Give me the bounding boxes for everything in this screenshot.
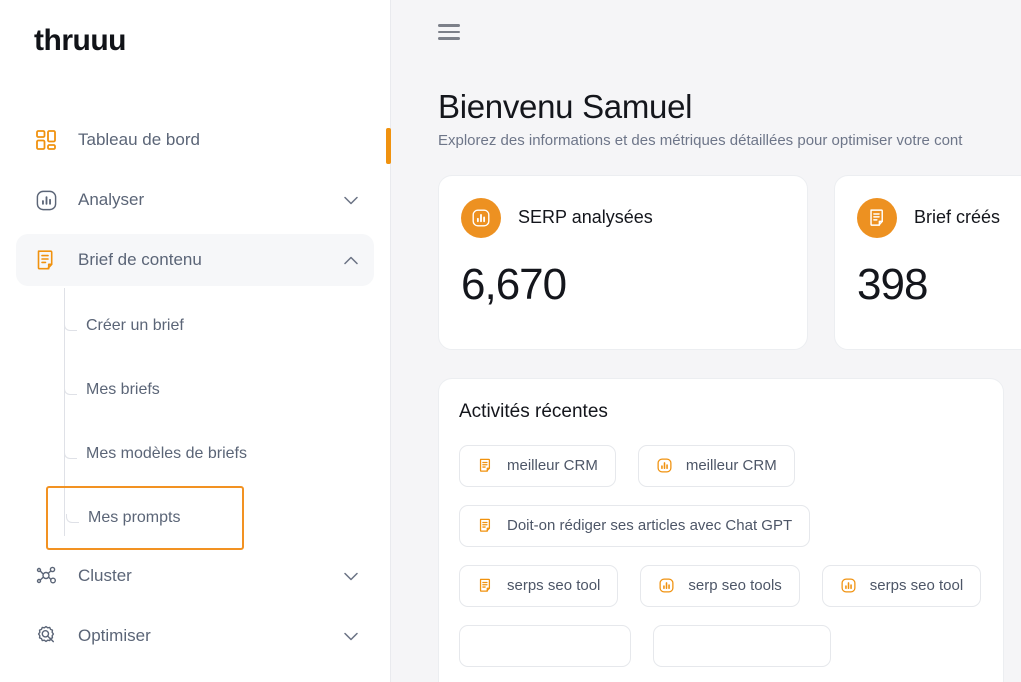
sidebar-subitem-label: Mes briefs bbox=[86, 381, 160, 398]
hamburger-bar bbox=[438, 24, 460, 27]
sidebar: thruuu Tableau de bord Analyser Brief de… bbox=[0, 0, 391, 682]
panel-title: Activités récentes bbox=[459, 400, 608, 422]
sidebar-subitem-mes-prompts[interactable]: Mes prompts bbox=[46, 486, 244, 550]
chevron-up-icon[interactable] bbox=[344, 253, 358, 267]
sidebar-item-tableau-de-bord[interactable]: Tableau de bord bbox=[16, 114, 374, 166]
sidebar-item-label: Cluster bbox=[78, 566, 132, 585]
stat-card-brief-crees[interactable]: Brief créés 398 bbox=[834, 174, 1021, 350]
activity-chip[interactable]: serps seo tool bbox=[821, 564, 982, 607]
recent-activities-panel: Activités récentes meilleur CRM meilleur… bbox=[438, 377, 1004, 682]
bar-chart-rounded-icon bbox=[461, 197, 501, 238]
activity-chip-label: Doit-on rédiger ses articles avec Chat G… bbox=[507, 517, 793, 534]
document-brief-icon bbox=[32, 246, 60, 274]
activity-chip[interactable]: meilleur CRM bbox=[637, 444, 795, 487]
hamburger-menu-icon[interactable] bbox=[438, 24, 460, 40]
sidebar-subitem-creer-un-brief[interactable]: Créer un brief bbox=[16, 294, 374, 358]
tree-branch-icon bbox=[64, 322, 77, 331]
sidebar-nav: Tableau de bord Analyser Brief de conten… bbox=[16, 114, 374, 662]
tree-branch-icon bbox=[64, 386, 77, 395]
stat-cards: SERP analysées 6,670 Brief créés 398 bbox=[438, 174, 1021, 350]
brand-logo[interactable]: thruuu bbox=[16, 0, 374, 58]
activity-chip-label: serps seo tool bbox=[507, 577, 601, 594]
sidebar-subitem-mes-briefs[interactable]: Mes briefs bbox=[16, 358, 374, 422]
tree-branch-icon bbox=[66, 514, 79, 523]
activity-chip[interactable]: Doit-on rédiger ses articles avec Chat G… bbox=[459, 504, 811, 547]
dashboard-grid-icon bbox=[32, 126, 60, 154]
sidebar-item-label: Tableau de bord bbox=[78, 130, 200, 149]
stat-card-header: Brief créés bbox=[857, 197, 1021, 238]
activity-chip[interactable]: serps seo tool bbox=[459, 564, 619, 607]
bar-chart-rounded-icon bbox=[656, 457, 673, 474]
sidebar-item-label: Analyser bbox=[78, 190, 145, 209]
activity-chip-label: serps seo tool bbox=[869, 577, 964, 594]
activity-chip[interactable] bbox=[459, 624, 631, 667]
sidebar-subitem-mes-modeles-de-briefs[interactable]: Mes modèles de briefs bbox=[16, 422, 374, 486]
activity-row: serps seo tool serp seo tools serps seo … bbox=[459, 564, 983, 607]
sidebar-item-brief-de-contenu[interactable]: Brief de contenu bbox=[16, 234, 374, 286]
bar-chart-rounded-icon bbox=[658, 577, 675, 594]
activity-row bbox=[459, 624, 983, 667]
sidebar-item-label: Brief de contenu bbox=[78, 250, 202, 269]
sidebar-subitem-label: Créer un brief bbox=[86, 317, 184, 334]
node-network-icon bbox=[32, 562, 60, 590]
sidebar-item-optimiser[interactable]: Optimiser bbox=[16, 610, 374, 662]
activity-chip-label: meilleur CRM bbox=[507, 457, 598, 474]
sidebar-subnav-brief: Créer un brief Mes briefs Mes modèles de… bbox=[16, 288, 374, 550]
topbar bbox=[391, 0, 1021, 40]
chevron-down-icon[interactable] bbox=[344, 629, 358, 643]
gear-search-icon bbox=[32, 622, 60, 650]
document-brief-icon bbox=[477, 577, 494, 594]
page-title: Bienvenu Samuel bbox=[438, 87, 693, 125]
bar-chart-rounded-icon bbox=[32, 186, 60, 214]
main-content: Bienvenu Samuel Explorez des information… bbox=[391, 0, 1021, 682]
sidebar-item-analyser[interactable]: Analyser bbox=[16, 174, 374, 226]
activity-chip[interactable]: meilleur CRM bbox=[459, 444, 616, 487]
activity-chip[interactable] bbox=[653, 624, 831, 667]
stat-card-value: 398 bbox=[857, 259, 928, 309]
document-brief-icon bbox=[477, 457, 494, 474]
document-brief-icon bbox=[477, 517, 494, 534]
activity-chip-label: meilleur CRM bbox=[685, 457, 777, 474]
sidebar-item-cluster[interactable]: Cluster bbox=[16, 550, 374, 602]
activity-chip-label: serp seo tools bbox=[688, 577, 782, 594]
chevron-down-icon[interactable] bbox=[344, 569, 358, 583]
sidebar-item-label: Optimiser bbox=[78, 626, 151, 645]
activity-row: meilleur CRM meilleur CRM bbox=[459, 444, 983, 487]
document-brief-icon bbox=[857, 197, 897, 238]
sidebar-subitem-label: Mes prompts bbox=[88, 509, 181, 526]
hamburger-bar bbox=[438, 30, 460, 33]
bar-chart-rounded-icon bbox=[840, 577, 857, 594]
stat-card-value: 6,670 bbox=[461, 259, 567, 309]
sidebar-subitem-label: Mes modèles de briefs bbox=[86, 445, 247, 462]
activity-chip[interactable]: serp seo tools bbox=[640, 564, 800, 607]
stat-card-title: SERP analysées bbox=[518, 207, 653, 227]
hamburger-bar bbox=[438, 37, 460, 40]
stat-card-title: Brief créés bbox=[914, 207, 1001, 227]
stat-card-header: SERP analysées bbox=[461, 197, 785, 238]
app-root: thruuu Tableau de bord Analyser Brief de… bbox=[0, 0, 1021, 682]
activity-row: Doit-on rédiger ses articles avec Chat G… bbox=[459, 504, 983, 547]
stat-card-serp-analysees[interactable]: SERP analysées 6,670 bbox=[438, 174, 808, 350]
chevron-down-icon[interactable] bbox=[344, 193, 358, 207]
page-subtitle: Explorez des informations et des métriqu… bbox=[438, 131, 963, 149]
tree-branch-icon bbox=[64, 450, 77, 459]
